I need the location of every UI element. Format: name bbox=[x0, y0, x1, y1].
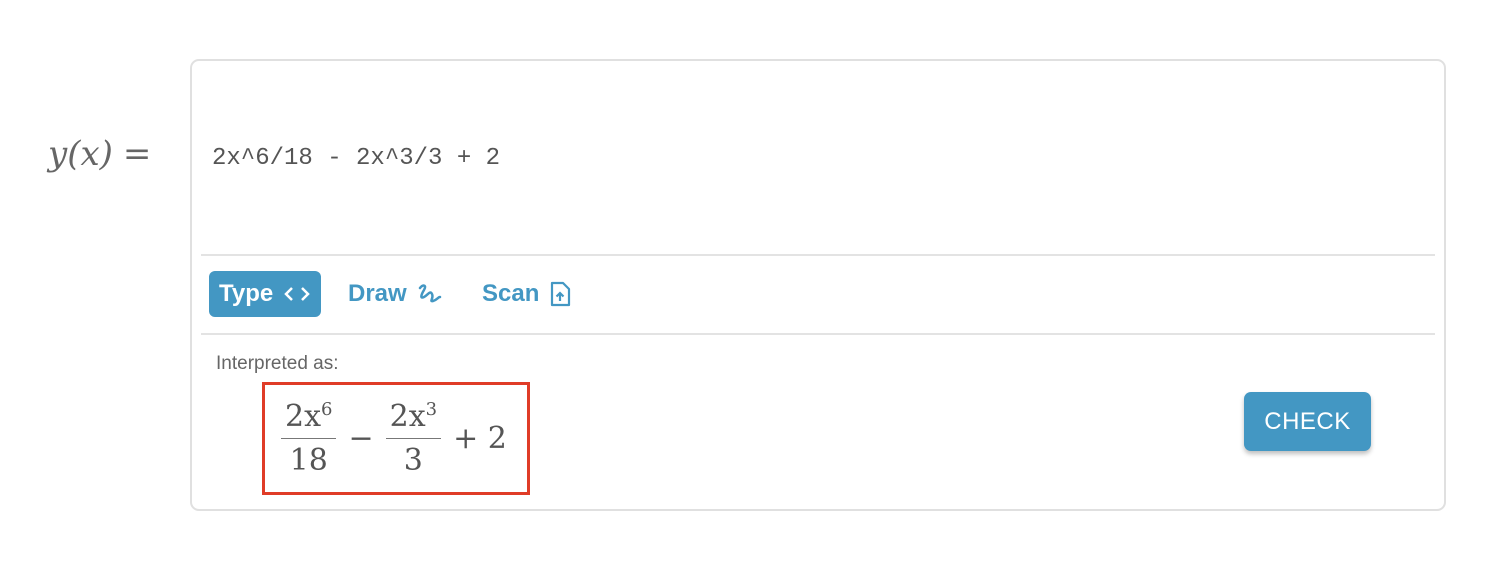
denominator: 18 bbox=[289, 443, 328, 478]
exponent: 6 bbox=[321, 399, 333, 420]
code-icon bbox=[284, 287, 311, 301]
constant-term: + 2 bbox=[453, 421, 507, 456]
denominator: 3 bbox=[403, 443, 423, 478]
answer-card: 2x^6/18 - 2x^3/3 + 2 Type Draw Scan Inte… bbox=[190, 59, 1446, 511]
tab-label: Draw bbox=[348, 280, 407, 307]
numerator: 2x bbox=[389, 399, 426, 434]
tab-draw[interactable]: Draw bbox=[348, 271, 443, 317]
divider bbox=[201, 333, 1435, 335]
exponent: 3 bbox=[425, 399, 438, 420]
function-label: y(x) = bbox=[48, 134, 151, 174]
numerator: 2x bbox=[285, 399, 322, 434]
function-name: y(x) bbox=[48, 134, 113, 174]
tab-label: Type bbox=[219, 280, 274, 307]
interpreted-label: Interpreted as: bbox=[216, 353, 339, 374]
scribble-icon bbox=[418, 284, 441, 303]
operator: − bbox=[348, 421, 374, 456]
fraction: 2x3 3 bbox=[385, 399, 442, 478]
file-upload-icon bbox=[551, 281, 571, 307]
interpreted-expression: 2x6 18 − 2x3 3 + 2 bbox=[262, 382, 530, 495]
equals-sign: = bbox=[122, 134, 152, 174]
fraction: 2x6 18 bbox=[281, 399, 337, 478]
tab-scan[interactable]: Scan bbox=[482, 271, 571, 317]
tab-type[interactable]: Type bbox=[209, 271, 322, 317]
expression-input[interactable]: 2x^6/18 - 2x^3/3 + 2 bbox=[212, 145, 500, 172]
divider bbox=[201, 254, 1435, 256]
check-button[interactable]: CHECK bbox=[1244, 392, 1371, 451]
tab-label: Scan bbox=[482, 280, 540, 307]
